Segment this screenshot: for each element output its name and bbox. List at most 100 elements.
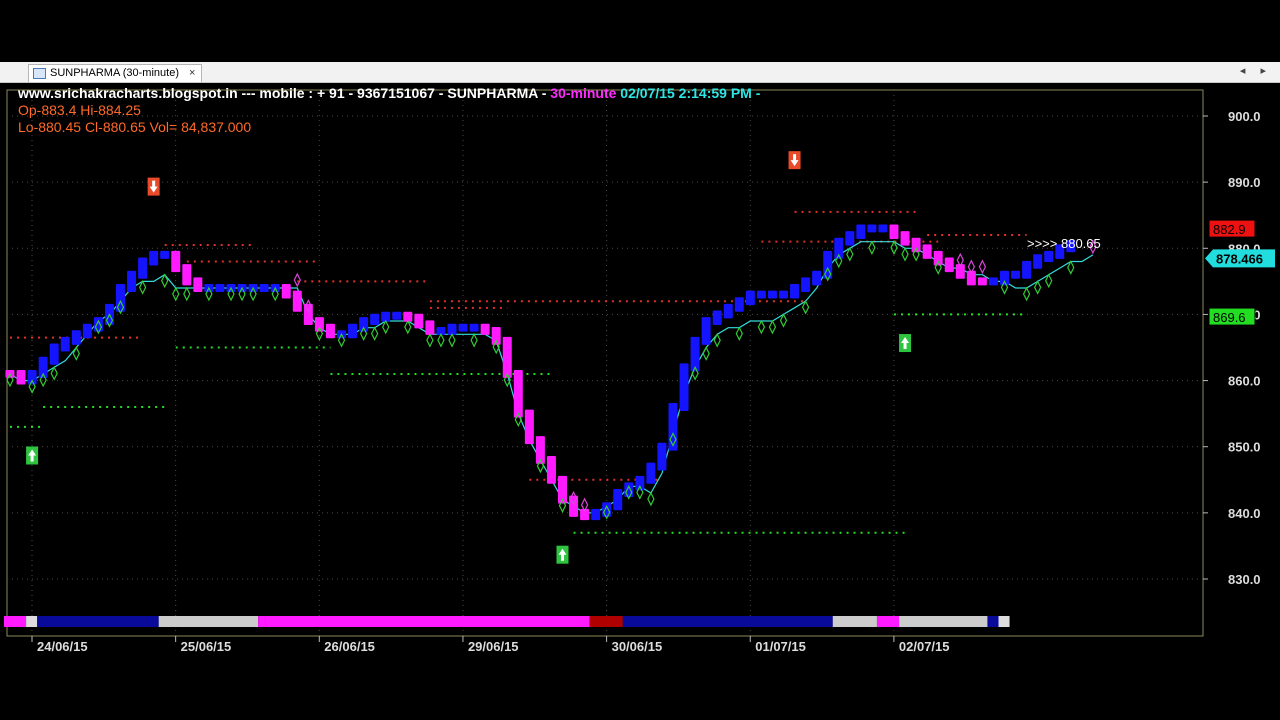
price-bar[interactable] [292,290,302,312]
price-bar[interactable] [127,270,137,292]
price-bar[interactable] [182,264,192,286]
x-tick-label: 02/07/15 [899,639,950,654]
signal-diamond [978,259,987,275]
price-bar[interactable] [414,313,424,329]
status-strip-segment [899,616,988,627]
price-bar[interactable] [944,257,954,273]
price-bar[interactable] [359,317,369,332]
price-bar[interactable] [911,237,921,253]
price-bar[interactable] [701,317,711,345]
price-bar[interactable] [602,502,612,517]
chart-area[interactable]: 900.0890.0880.0870.0860.0850.0840.0830.0… [0,83,1280,659]
status-strip-segment [622,616,833,627]
bottom-black-band [0,658,1280,720]
price-bar[interactable] [646,462,656,484]
price-bar[interactable] [856,224,866,240]
price-bar[interactable] [60,336,70,352]
y-tick-label: 830.0 [1228,572,1261,587]
signal-diamond [735,326,743,341]
signal-diamond [172,286,180,302]
price-bar[interactable] [867,224,877,233]
price-bar[interactable] [171,250,181,273]
price-bar[interactable] [1000,270,1009,286]
price-bar[interactable] [281,284,291,299]
price-bar[interactable] [845,231,855,246]
price-bar[interactable] [745,290,755,306]
status-strip-segment [37,616,159,627]
price-bar[interactable] [93,317,103,332]
price-bar[interactable] [392,311,402,320]
price-bar[interactable] [767,290,777,299]
price-bar[interactable] [82,323,92,339]
header-interval: 30-minute [550,85,617,101]
price-bar[interactable] [314,317,324,332]
price-bar[interactable] [591,508,601,521]
price-bar[interactable] [889,224,899,240]
status-strip-segment [832,616,877,627]
price-bar[interactable] [668,403,678,451]
last-price-label: >>>> 880.65 [1027,236,1101,251]
price-bar[interactable] [49,343,59,365]
price-bar[interactable] [513,369,523,418]
price-bar[interactable] [734,297,744,312]
chart-tab[interactable]: SUNPHARMA (30-minute) × [28,64,203,82]
price-bar[interactable] [679,363,689,411]
x-tick-label: 29/06/15 [468,639,519,654]
price-bar[interactable] [348,323,358,339]
signal-diamond [702,346,710,361]
chart-header: www.srichakracharts.blogspot.in --- mobi… [18,85,760,136]
price-bar[interactable] [524,409,534,445]
price-bar[interactable] [27,369,37,385]
price-bar[interactable] [977,277,987,286]
status-strip-segment [4,616,27,627]
price-bar[interactable] [16,369,26,385]
signal-diamond [448,332,456,348]
price-bar[interactable] [624,482,634,497]
price-bar[interactable] [502,336,512,378]
price-bar[interactable] [801,277,811,292]
price-bar[interactable] [1011,270,1021,279]
close-tab-icon[interactable]: × [189,65,195,82]
price-bar[interactable] [812,270,822,286]
price-bar[interactable] [259,284,269,292]
price-bar[interactable] [325,323,335,339]
price-bar[interactable] [546,455,556,484]
price-chart[interactable]: 900.0890.0880.0870.0860.0850.0840.0830.0… [0,83,1280,659]
price-bar[interactable] [779,290,788,299]
price-bar[interactable] [71,330,81,345]
trail-badge: 878.466 [1216,251,1263,266]
tab-nav-arrows-icon[interactable]: ◂ ▸ [1240,64,1272,77]
y-tick-label: 900.0 [1228,109,1261,124]
price-bar[interactable] [635,475,645,491]
price-bar[interactable] [160,250,170,259]
price-bar[interactable] [1033,254,1043,269]
price-bar[interactable] [712,310,722,326]
header-lcv: Lo-880.45 Cl-880.65 Vol= 84,837.000 [18,119,252,135]
price-bar[interactable] [425,320,435,335]
price-bar[interactable] [790,284,800,299]
price-bar[interactable] [480,323,490,335]
price-bar[interactable] [723,303,733,319]
price-bar[interactable] [988,277,998,286]
price-bar[interactable] [193,277,203,292]
x-tick-label: 24/06/15 [37,639,88,654]
price-bar[interactable] [1022,260,1032,279]
price-bar[interactable] [756,290,766,299]
price-bar[interactable] [933,250,943,266]
price-bar[interactable] [922,244,932,259]
price-bar[interactable] [370,313,380,326]
price-bar[interactable] [469,323,479,332]
signal-diamond [757,319,766,335]
price-bar[interactable] [1044,250,1054,263]
tab-bar: SUNPHARMA (30-minute) × ◂ ▸ [0,62,1280,83]
price-bar[interactable] [657,442,667,471]
price-bar[interactable] [900,231,910,246]
signal-diamond [370,326,379,341]
price-bar[interactable] [138,257,148,279]
price-bar[interactable] [878,224,888,233]
price-bar[interactable] [458,323,468,332]
price-bar[interactable] [613,489,623,511]
price-bar[interactable] [149,250,159,266]
price-bar[interactable] [215,284,225,292]
header-ohl: Op-883.4 Hi-884.25 [18,102,141,118]
